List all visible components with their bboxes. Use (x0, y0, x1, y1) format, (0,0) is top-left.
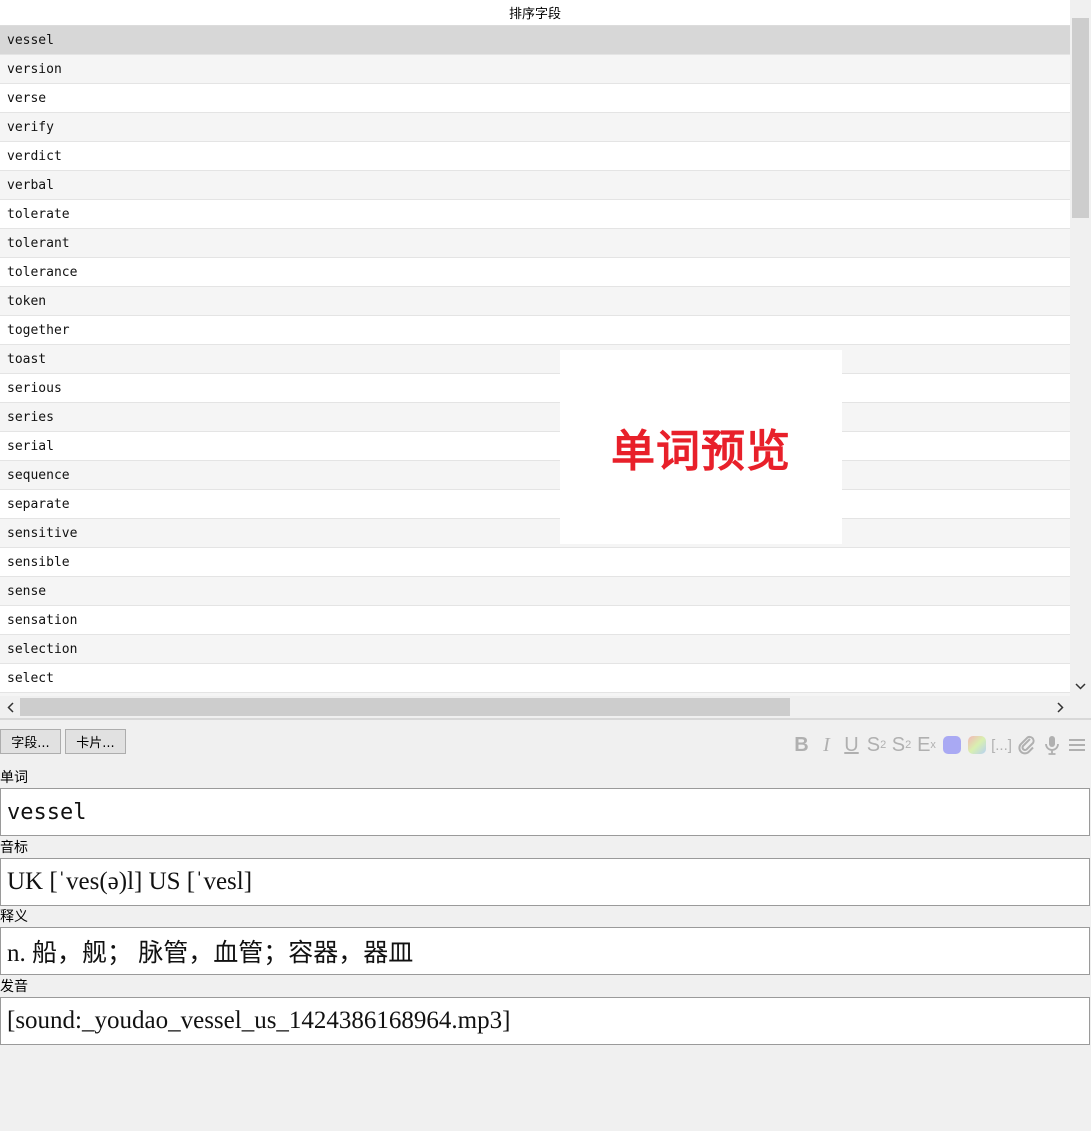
row-text: series (7, 409, 54, 425)
horizontal-scrollbar[interactable] (0, 696, 1070, 718)
scroll-right-arrow-icon[interactable] (1051, 698, 1069, 716)
italic-icon[interactable]: I (816, 734, 837, 756)
table-row[interactable]: serial (0, 432, 1070, 461)
row-text: verify (7, 119, 54, 135)
table-row[interactable]: version (0, 55, 1070, 84)
row-text: verse (7, 90, 47, 106)
table-row[interactable]: sense (0, 577, 1070, 606)
table-row[interactable]: sensitive (0, 519, 1070, 548)
vertical-scrollbar[interactable] (1070, 0, 1091, 696)
table-row[interactable]: selection (0, 635, 1070, 664)
scrollbar-corner (1070, 696, 1091, 718)
table-row[interactable]: verdict (0, 142, 1070, 171)
row-text: tolerate (7, 206, 70, 222)
card-list-body: vessel version verse verify verdict verb… (0, 26, 1070, 696)
word-preview-overlay: 单词预览 (560, 350, 842, 544)
phonetic-field[interactable]: UK [ˈves(ə)l] US [ˈvesl] (0, 858, 1090, 906)
row-text: version (7, 61, 62, 77)
superscript-icon[interactable]: S2 (866, 734, 887, 756)
table-row[interactable]: together (0, 316, 1070, 345)
row-text: sensitive (7, 525, 78, 541)
sort-field-header[interactable]: 排序字段 (0, 0, 1070, 26)
pronunciation-field-value: [sound:_youdao_vessel_us_1424386168964.m… (7, 1007, 511, 1034)
word-field[interactable]: vessel (0, 788, 1090, 836)
splitter[interactable] (0, 718, 1091, 720)
row-text: tolerant (7, 235, 70, 251)
table-row[interactable]: tolerance (0, 258, 1070, 287)
cards-button[interactable]: 卡片... (65, 729, 126, 754)
table-row[interactable]: sensation (0, 606, 1070, 635)
row-text: serial (7, 438, 54, 454)
table-row[interactable]: verbal (0, 171, 1070, 200)
scroll-left-arrow-icon[interactable] (1, 698, 19, 716)
table-row[interactable]: verify (0, 113, 1070, 142)
row-text: separate (7, 496, 70, 512)
field-label-word: 单词 (0, 770, 28, 786)
horizontal-scrollbar-thumb[interactable] (20, 698, 790, 716)
underline-icon[interactable]: U (841, 734, 862, 756)
field-label-pronunciation: 发音 (0, 979, 28, 995)
table-row[interactable]: token (0, 287, 1070, 316)
cards-button-label: 卡片... (76, 736, 115, 751)
subscript-icon[interactable]: S2 (891, 734, 912, 756)
sort-field-header-label: 排序字段 (508, 7, 561, 22)
row-text: select (7, 670, 54, 686)
row-text: vessel (7, 32, 54, 48)
attach-icon[interactable] (1016, 734, 1037, 756)
bold-icon[interactable]: B (791, 734, 812, 756)
text-color-icon[interactable] (941, 734, 962, 756)
row-text: token (7, 293, 47, 309)
clear-format-icon[interactable]: Ex (916, 734, 937, 756)
fields-button-label: 字段... (11, 736, 50, 751)
scroll-down-arrow-icon[interactable] (1070, 678, 1091, 694)
row-text: selection (7, 641, 78, 657)
table-row[interactable]: sequence (0, 461, 1070, 490)
format-toolbar: B I U S2 S2 Ex [...] (791, 733, 1087, 757)
row-text: tolerance (7, 264, 78, 280)
table-row[interactable]: select (0, 664, 1070, 693)
table-row[interactable]: sensible (0, 548, 1070, 577)
phonetic-field-value: UK [ˈves(ə)l] US [ˈvesl] (7, 868, 253, 895)
row-text: serious (7, 380, 62, 396)
fields-button[interactable]: 字段... (0, 729, 61, 754)
row-text: sense (7, 583, 47, 599)
word-preview-text: 单词预览 (611, 426, 791, 477)
table-row[interactable]: series (0, 403, 1070, 432)
pronunciation-field[interactable]: [sound:_youdao_vessel_us_1424386168964.m… (0, 997, 1090, 1045)
table-row[interactable]: tolerant (0, 229, 1070, 258)
record-audio-icon[interactable] (1041, 734, 1062, 756)
row-text: sensation (7, 612, 78, 628)
card-list: 排序字段 vessel version verse verify verdict… (0, 0, 1091, 718)
field-label-phonetic: 音标 (0, 840, 28, 856)
field-label-definition: 释义 (0, 909, 28, 925)
highlight-color-icon[interactable] (966, 734, 987, 756)
row-text: together (7, 322, 70, 338)
vertical-scrollbar-thumb[interactable] (1072, 18, 1089, 218)
table-row[interactable]: serious (0, 374, 1070, 403)
row-text: verbal (7, 177, 54, 193)
definition-field[interactable]: n. 船，舰； 脉管，血管；容器，器皿 (0, 927, 1090, 975)
row-text: sensible (7, 554, 70, 570)
table-row[interactable]: verse (0, 84, 1070, 113)
table-row[interactable]: tolerate (0, 200, 1070, 229)
menu-icon[interactable] (1066, 734, 1087, 756)
table-row[interactable]: vessel (0, 26, 1070, 55)
word-field-value: vessel (7, 799, 87, 825)
cloze-icon[interactable]: [...] (991, 734, 1012, 756)
row-text: sequence (7, 467, 70, 483)
definition-field-value: n. 船，舰； 脉管，血管；容器，器皿 (7, 940, 414, 967)
row-text: verdict (7, 148, 62, 164)
row-text: toast (7, 351, 47, 367)
table-row[interactable]: separate (0, 490, 1070, 519)
table-row[interactable]: toast (0, 345, 1070, 374)
